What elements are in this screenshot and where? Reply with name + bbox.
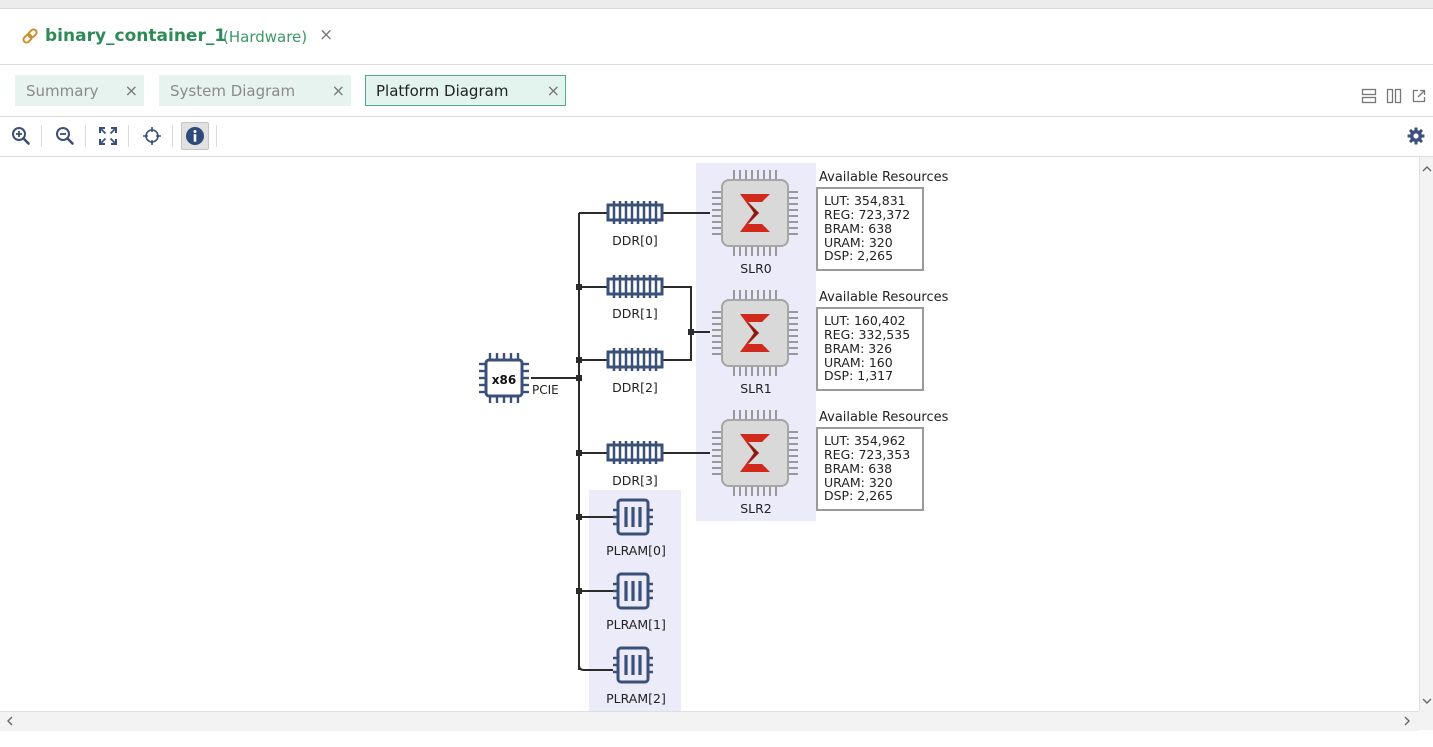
plram-label: PLRAM[0]	[606, 543, 666, 558]
zoom-out-button[interactable]	[51, 122, 79, 150]
slr-label: SLR1	[740, 381, 772, 396]
fpga-chip-icon	[711, 409, 799, 497]
memory-bank-icon	[606, 439, 664, 466]
slr-label: SLR2	[740, 501, 772, 516]
scrollbar-corner	[1419, 711, 1433, 730]
toolbar-separator	[172, 125, 173, 147]
container-name: binary_container_1	[45, 26, 227, 46]
plram-label: PLRAM[2]	[606, 691, 666, 706]
fit-view-button[interactable]	[94, 122, 122, 150]
resource-lut: LUT: 354,831	[824, 193, 906, 208]
ddr-0-node[interactable]: DDR[0]	[606, 199, 664, 248]
ddr-label: DDR[3]	[612, 473, 658, 488]
platform-diagram-canvas[interactable]: x86 PCIE DDR[0] DDR[1] DDR[2] DDR[3] PLR…	[0, 157, 1419, 711]
resource-dsp: DSP: 1,317	[824, 368, 893, 383]
toolbar-separator	[85, 125, 86, 147]
ddr-label: DDR[2]	[612, 380, 658, 395]
tab-system-diagram[interactable]: System Diagram ×	[159, 75, 351, 106]
ddr-label: DDR[0]	[612, 233, 658, 248]
gear-icon	[1407, 127, 1425, 145]
fpga-chip-icon	[711, 169, 799, 257]
resource-bram: BRAM: 638	[824, 461, 892, 476]
ddr-1-node[interactable]: DDR[1]	[606, 273, 664, 321]
resource-dsp: DSP: 2,265	[824, 248, 893, 263]
toolbar-separator	[128, 125, 129, 147]
horizontal-scrollbar[interactable]	[0, 711, 1419, 731]
settings-button[interactable]	[1402, 122, 1430, 150]
resource-bram: BRAM: 638	[824, 221, 892, 236]
split-horizontal-icon[interactable]	[1361, 88, 1377, 108]
pcie-port-label: PCIE	[532, 383, 559, 397]
host-x86-node[interactable]: x86	[479, 353, 529, 403]
scroll-down-icon[interactable]	[1421, 695, 1433, 710]
tab-label: Platform Diagram	[376, 82, 509, 100]
scroll-right-icon[interactable]	[1401, 715, 1413, 730]
resource-bram: BRAM: 326	[824, 341, 892, 356]
ddr-label: DDR[1]	[612, 306, 658, 321]
bottom-strip	[0, 731, 1433, 747]
zoom-in-icon	[12, 127, 30, 145]
toolbar-separator	[216, 125, 217, 147]
tab-close-button[interactable]: ×	[547, 81, 560, 100]
memory-bank-icon	[606, 346, 664, 373]
tab-bar: Summary × System Diagram × Platform Diag…	[0, 65, 1433, 117]
info-toggle-button[interactable]	[181, 122, 209, 150]
host-label: x86	[492, 373, 516, 387]
scroll-left-icon[interactable]	[4, 715, 16, 730]
plram-region-highlight	[589, 490, 681, 711]
close-editor-button[interactable]: ×	[319, 25, 333, 45]
resource-reg: REG: 332,535	[824, 327, 910, 342]
editor-title-bar: binary_container_1 (Hardware) ×	[0, 9, 1433, 65]
top-strip	[0, 0, 1433, 9]
ddr-3-node[interactable]: DDR[3]	[606, 439, 664, 488]
vertical-scrollbar[interactable]	[1419, 157, 1433, 711]
float-window-icon[interactable]	[1411, 88, 1427, 108]
resource-reg: REG: 723,372	[824, 207, 910, 222]
memory-bank-icon	[606, 199, 664, 226]
memory-bank-icon	[606, 273, 664, 300]
tab-close-button[interactable]: ×	[125, 81, 138, 100]
center-target-icon	[143, 127, 161, 145]
resource-lut: LUT: 160,402	[824, 313, 906, 328]
tab-summary[interactable]: Summary ×	[15, 75, 144, 106]
scroll-up-icon[interactable]	[1421, 163, 1433, 178]
zoom-in-button[interactable]	[7, 122, 35, 150]
tab-platform-diagram[interactable]: Platform Diagram ×	[365, 75, 566, 106]
fit-view-icon	[99, 127, 117, 145]
fpga-chip-icon	[711, 289, 799, 377]
resources-heading: Available Resources	[819, 170, 949, 185]
resource-reg: REG: 723,353	[824, 447, 910, 462]
resources-heading: Available Resources	[819, 290, 949, 305]
tab-label: System Diagram	[170, 82, 296, 100]
zoom-out-icon	[56, 127, 74, 145]
info-icon	[186, 127, 204, 145]
diagram-toolbar	[0, 117, 1433, 157]
center-target-button[interactable]	[138, 122, 166, 150]
container-kind: (Hardware)	[223, 28, 308, 46]
resource-dsp: DSP: 2,265	[824, 488, 893, 503]
split-vertical-icon[interactable]	[1386, 88, 1402, 108]
link-icon	[20, 26, 40, 50]
tab-label: Summary	[26, 82, 99, 100]
tab-close-button[interactable]: ×	[332, 81, 345, 100]
slr-label: SLR0	[740, 261, 772, 276]
ddr-2-node[interactable]: DDR[2]	[606, 346, 664, 395]
resources-heading: Available Resources	[819, 410, 949, 425]
toolbar-separator	[41, 125, 42, 147]
plram-label: PLRAM[1]	[606, 617, 666, 632]
resource-lut: LUT: 354,962	[824, 433, 906, 448]
